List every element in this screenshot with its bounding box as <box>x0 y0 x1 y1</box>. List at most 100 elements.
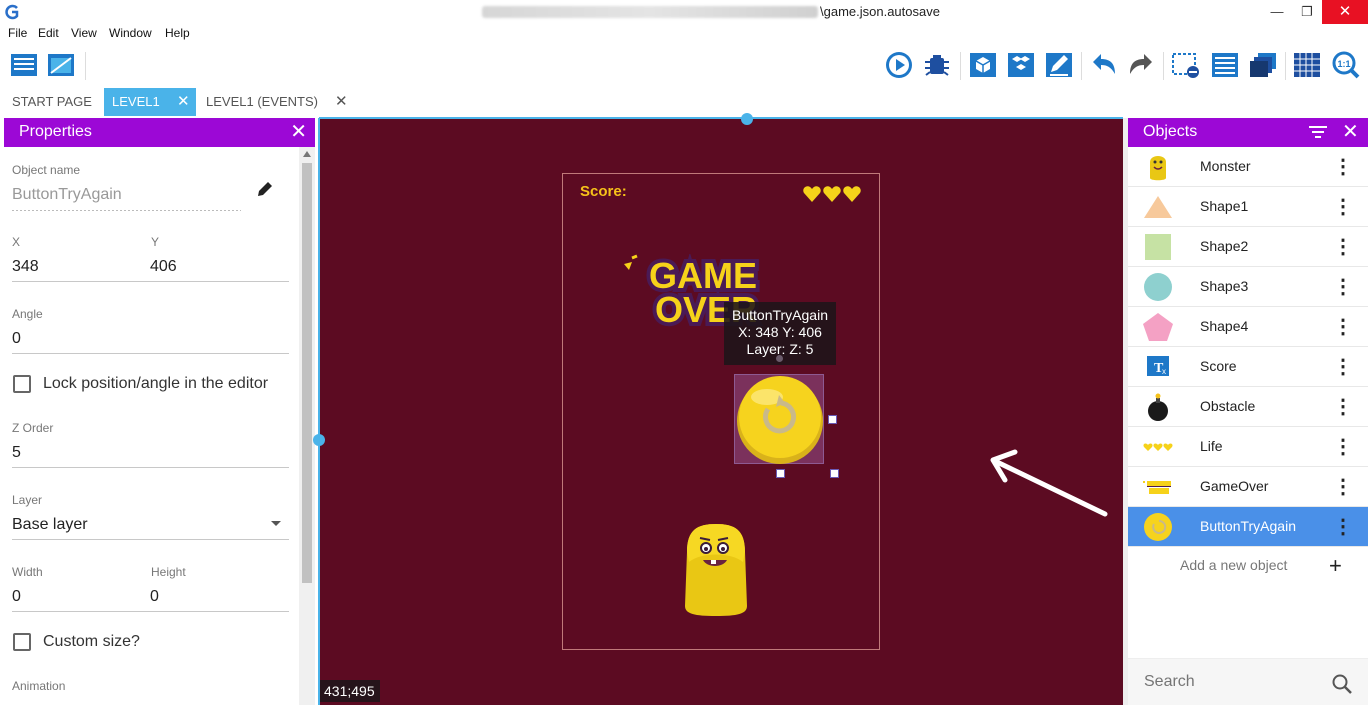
tooltip-position: X: 348 Y: 406 <box>738 324 822 340</box>
custom-size-checkbox[interactable] <box>13 633 31 651</box>
filter-icon[interactable] <box>1309 125 1327 139</box>
object-item[interactable]: Obstacle ⋮ <box>1128 387 1368 427</box>
layer-select[interactable]: Base layer <box>12 516 88 534</box>
maximize-button[interactable]: ❐ <box>1292 0 1322 24</box>
search-icon[interactable] <box>1331 673 1353 695</box>
lock-position-checkbox[interactable] <box>13 375 31 393</box>
field-underline <box>12 539 289 540</box>
y-label: Y <box>151 235 160 249</box>
tab-start-page[interactable]: START PAGE <box>4 88 100 116</box>
scrollbar-thumb[interactable] <box>302 163 312 583</box>
object-item[interactable]: Shape2 ⋮ <box>1128 227 1368 267</box>
annotation-arrow <box>990 449 1108 517</box>
z-order-field[interactable]: 5 <box>12 444 21 462</box>
dropdown-arrow-icon[interactable] <box>270 520 282 528</box>
close-tab-icon[interactable]: ✕ <box>177 88 190 116</box>
scene-properties-icon[interactable] <box>46 50 76 80</box>
close-window-button[interactable]: ✕ <box>1322 0 1368 24</box>
resize-handle-corner[interactable] <box>830 469 839 478</box>
resize-handle-right[interactable] <box>828 415 837 424</box>
more-vert-icon[interactable]: ⋮ <box>1333 313 1353 341</box>
selection-box[interactable] <box>734 374 824 464</box>
y-field[interactable]: 406 <box>150 258 177 276</box>
menu-help[interactable]: Help <box>165 26 190 40</box>
object-item[interactable]: Life ⋮ <box>1128 427 1368 467</box>
more-vert-icon[interactable]: ⋮ <box>1333 393 1353 421</box>
more-vert-icon[interactable]: ⋮ <box>1333 193 1353 221</box>
retry-button-sprite[interactable] <box>735 375 825 465</box>
height-field[interactable]: 0 <box>150 588 159 606</box>
zoom-reset-icon[interactable]: 1:1 <box>1331 50 1361 80</box>
canvas-resize-handle[interactable] <box>313 434 325 446</box>
object-item[interactable]: Shape1 ⋮ <box>1128 187 1368 227</box>
menu-file[interactable]: File <box>8 26 27 40</box>
debugger-bug-icon[interactable] <box>922 50 952 80</box>
toolbar-divider <box>1285 52 1286 80</box>
lock-position-label: Lock position/angle in the editor <box>43 375 269 392</box>
close-tab-icon[interactable]: ✕ <box>335 88 348 116</box>
square-icon <box>1145 234 1171 260</box>
object-groups-icon[interactable] <box>1006 50 1036 80</box>
more-vert-icon[interactable]: ⋮ <box>1333 273 1353 301</box>
menu-window[interactable]: Window <box>109 26 152 40</box>
toolbar-divider <box>85 52 86 80</box>
preview-play-icon[interactable] <box>884 50 914 80</box>
tab-level1-events[interactable]: LEVEL1 (EVENTS) <box>198 88 326 116</box>
object-name: Shape2 <box>1200 238 1249 254</box>
life-hearts-sprite[interactable] <box>802 184 864 204</box>
height-label: Height <box>151 565 186 579</box>
add-object-button[interactable]: Add a new object <box>1180 557 1287 573</box>
more-vert-icon[interactable]: ⋮ <box>1333 473 1353 501</box>
search-input[interactable] <box>1144 673 1314 691</box>
pentagon-icon <box>1143 313 1173 341</box>
object-item[interactable]: Shape3 ⋮ <box>1128 267 1368 307</box>
angle-label: Angle <box>12 307 43 321</box>
grid-icon[interactable] <box>1292 50 1322 80</box>
more-vert-icon[interactable]: ⋮ <box>1333 513 1353 541</box>
triangle-icon <box>1144 196 1172 218</box>
width-field[interactable]: 0 <box>12 588 21 606</box>
menu-view[interactable]: View <box>71 26 97 40</box>
angle-field[interactable]: 0 <box>12 330 21 348</box>
blurred-path <box>482 6 818 18</box>
object-search-bar <box>1128 658 1368 705</box>
more-vert-icon[interactable]: ⋮ <box>1333 153 1353 181</box>
edit-properties-icon[interactable] <box>1044 50 1074 80</box>
minimize-button[interactable]: — <box>1262 0 1292 24</box>
object-item[interactable]: Shape4 ⋮ <box>1128 307 1368 347</box>
rotate-handle[interactable] <box>776 355 783 362</box>
object-item[interactable]: Tx Score ⋮ <box>1128 347 1368 387</box>
close-icon[interactable]: ✕ <box>290 121 307 143</box>
undo-icon[interactable] <box>1089 50 1119 80</box>
objects-editor-icon[interactable] <box>968 50 998 80</box>
project-manager-icon[interactable] <box>9 50 39 80</box>
score-text[interactable]: Score: <box>580 183 627 200</box>
menu-bar: File Edit View Window Help <box>0 24 1368 44</box>
x-field[interactable]: 348 <box>12 258 39 276</box>
width-label: Width <box>12 565 43 579</box>
scrollbar[interactable] <box>299 147 315 705</box>
object-item[interactable]: Monster ⋮ <box>1128 147 1368 187</box>
monster-sprite[interactable] <box>681 522 751 618</box>
object-name-field[interactable]: ButtonTryAgain <box>12 186 122 204</box>
redo-icon[interactable] <box>1126 50 1156 80</box>
editor-tabs: START PAGE LEVEL1 ✕ LEVEL1 (EVENTS) ✕ <box>0 88 1368 116</box>
menu-edit[interactable]: Edit <box>38 26 59 40</box>
resize-handle-bottom[interactable] <box>776 469 785 478</box>
scroll-up-arrow-icon[interactable] <box>303 151 311 157</box>
object-item[interactable]: GameOver ⋮ <box>1128 467 1368 507</box>
field-underline <box>12 467 289 468</box>
canvas-resize-handle[interactable] <box>741 113 753 125</box>
layers-icon[interactable] <box>1248 50 1278 80</box>
instances-list-icon[interactable] <box>1210 50 1240 80</box>
tab-level1[interactable]: LEVEL1 ✕ <box>104 88 196 116</box>
edit-pencil-icon[interactable] <box>255 179 275 199</box>
object-item-selected[interactable]: ButtonTryAgain ⋮ <box>1128 507 1368 547</box>
more-vert-icon[interactable]: ⋮ <box>1333 233 1353 261</box>
add-icon[interactable]: + <box>1329 553 1342 579</box>
scene-canvas[interactable]: Score: GAME GAME OVER OVER ButtonTryAgai… <box>319 118 1123 705</box>
remove-instances-icon[interactable] <box>1171 50 1201 80</box>
close-icon[interactable]: ✕ <box>1342 121 1359 143</box>
more-vert-icon[interactable]: ⋮ <box>1333 433 1353 461</box>
more-vert-icon[interactable]: ⋮ <box>1333 353 1353 381</box>
